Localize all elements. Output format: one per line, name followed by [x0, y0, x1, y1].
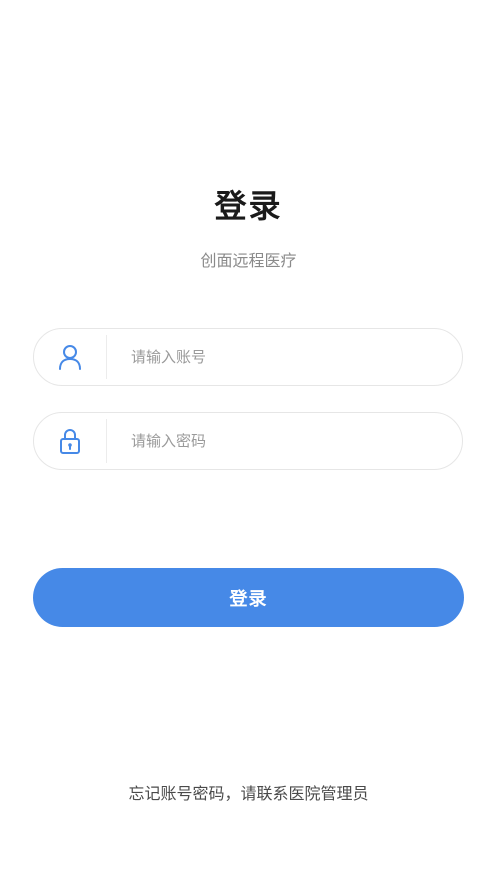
page-title: 登录 — [214, 187, 283, 225]
field-divider — [106, 419, 107, 463]
account-field[interactable] — [33, 328, 463, 386]
account-input[interactable] — [131, 329, 441, 385]
user-icon — [34, 329, 106, 385]
password-input[interactable] — [131, 413, 441, 469]
login-button[interactable]: 登录 — [33, 568, 464, 627]
password-field[interactable] — [33, 412, 463, 470]
forgot-password-note: 忘记账号密码，请联系医院管理员 — [128, 784, 369, 803]
field-divider — [106, 335, 107, 379]
page-subtitle: 创面远程医疗 — [200, 251, 297, 270]
lock-icon — [34, 413, 106, 469]
